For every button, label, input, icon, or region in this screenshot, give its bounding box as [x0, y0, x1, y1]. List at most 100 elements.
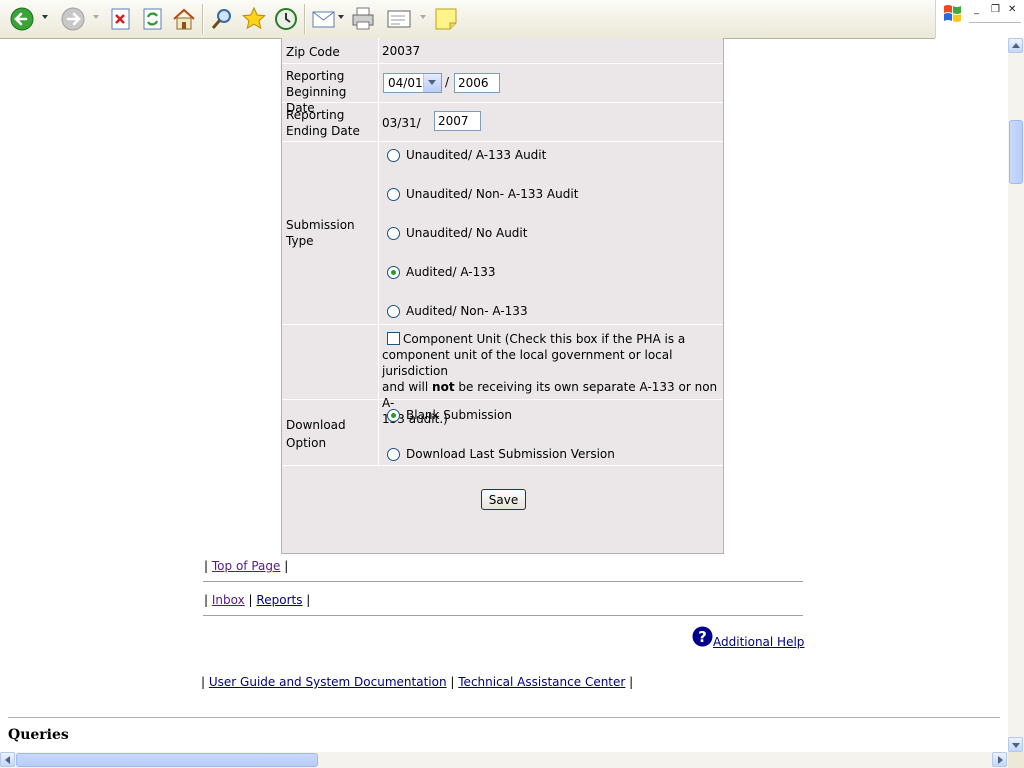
print-icon[interactable] — [349, 5, 377, 33]
help-icon[interactable]: ? — [692, 626, 713, 647]
window-controls: _ ❐ ✕ — [935, 0, 1024, 38]
column-divider — [378, 64, 379, 102]
browser-toolbar — [0, 0, 935, 39]
forward-icon[interactable] — [59, 5, 87, 33]
favorites-icon[interactable] — [240, 5, 268, 33]
minimize-button[interactable]: _ — [974, 4, 979, 15]
top-of-page-link[interactable]: Top of Page — [212, 559, 281, 573]
column-divider — [378, 38, 379, 63]
restore-button[interactable]: ❐ — [991, 4, 1000, 15]
horizontal-scroll-thumb[interactable] — [16, 753, 318, 767]
home-icon[interactable] — [170, 5, 198, 33]
pipe-separator: | — [204, 593, 209, 607]
edit-icon[interactable] — [385, 5, 413, 33]
user-guide-link[interactable]: User Guide and System Documentation — [209, 675, 447, 689]
scroll-up-button[interactable] — [1008, 38, 1023, 53]
component-unit-row: Component Unit (Check this box if the PH… — [282, 325, 723, 426]
forward-dropdown-icon[interactable] — [93, 15, 99, 19]
svg-text:?: ? — [698, 628, 707, 646]
top-of-page-nav: | Top of Page | — [204, 559, 288, 573]
reporting-beginning-label-line1: Reporting — [286, 69, 345, 83]
scrollbar-corner — [1008, 752, 1024, 768]
submission-radio-unaudited-non-a133[interactable] — [387, 188, 400, 201]
stop-icon[interactable] — [107, 5, 135, 33]
submission-type-label-line2: Type — [286, 234, 314, 248]
download-radio-blank[interactable] — [387, 409, 400, 422]
submission-radio-audited-a133[interactable] — [387, 266, 400, 279]
column-divider — [378, 142, 379, 324]
download-option-label-line2: Option — [286, 436, 327, 450]
back-icon[interactable] — [8, 5, 36, 33]
toolbar-separator — [202, 4, 204, 34]
pipe-separator: | — [629, 675, 634, 689]
pipe-separator: | — [201, 675, 206, 689]
component-unit-line2: component unit of the local government o… — [382, 348, 673, 378]
reporting-ending-row: Reporting Ending Date 03/31/ 2007 — [282, 103, 723, 142]
pipe-separator: | — [450, 675, 455, 689]
vertical-scrollbar[interactable] — [1008, 38, 1024, 752]
additional-help-link[interactable]: Additional Help — [713, 635, 804, 649]
zip-code-label: Zip Code — [286, 45, 340, 59]
technical-assistance-link[interactable]: Technical Assistance Center — [458, 675, 625, 689]
download-option-label: Download Option — [286, 416, 378, 452]
history-icon[interactable] — [272, 5, 300, 33]
reports-link[interactable]: Reports — [256, 593, 302, 607]
horizontal-scrollbar[interactable] — [0, 752, 1008, 768]
reporting-ending-label: Reporting Ending Date — [286, 107, 378, 139]
refresh-icon[interactable] — [139, 5, 167, 33]
begin-month-value: 04/01 — [388, 76, 423, 90]
note-icon[interactable] — [432, 5, 460, 33]
save-button[interactable]: Save — [481, 489, 526, 510]
begin-month-select[interactable]: 04/01 — [383, 73, 442, 93]
vertical-scroll-thumb[interactable] — [1009, 120, 1023, 184]
component-unit-not: not — [432, 380, 455, 394]
download-option-row: Download Option Blank Submission Downloa… — [282, 400, 723, 466]
chevron-down-icon[interactable] — [423, 74, 441, 92]
submission-option-label: Audited/ Non- A-133 — [406, 304, 528, 318]
submission-option-label: Unaudited/ A-133 Audit — [406, 148, 547, 162]
begin-year-input[interactable]: 2006 — [454, 73, 500, 93]
submission-option-label: Unaudited/ Non- A-133 Audit — [406, 187, 579, 201]
mail-icon[interactable] — [310, 5, 338, 33]
close-window-button[interactable]: ✕ — [1008, 4, 1016, 15]
submission-option-label: Audited/ A-133 — [406, 265, 496, 279]
submission-type-row: Submission Type Unaudited/ A-133 Audit U… — [282, 142, 723, 325]
submission-radio-unaudited-a133[interactable] — [387, 149, 400, 162]
documentation-nav: | User Guide and System Documentation | … — [201, 675, 633, 689]
end-month-value: 03/31/ — [382, 116, 421, 130]
toolbar-separator — [304, 4, 306, 34]
divider — [8, 717, 1000, 718]
zip-code-row: Zip Code 20037 — [282, 38, 723, 64]
submission-type-label-line1: Submission — [286, 218, 355, 232]
zip-code-value: 20037 — [382, 44, 421, 58]
scroll-right-button[interactable] — [992, 752, 1007, 767]
submission-option-label: Unaudited/ No Audit — [406, 226, 528, 240]
submission-radio-audited-non-a133[interactable] — [387, 305, 400, 318]
scroll-left-button[interactable] — [0, 752, 15, 767]
download-radio-last-version[interactable] — [387, 448, 400, 461]
scroll-down-button[interactable] — [1008, 737, 1023, 752]
download-option-label-line1: Download — [286, 418, 346, 432]
pipe-separator: | — [204, 559, 209, 573]
reporting-beginning-row: Reporting Beginning Date 04/01 / 2006 — [282, 64, 723, 115]
download-option-label: Download Last Submission Version — [406, 447, 615, 461]
submission-radio-unaudited-no-audit[interactable] — [387, 227, 400, 240]
window-divider — [969, 22, 1021, 23]
search-icon[interactable] — [208, 5, 236, 33]
pipe-separator: | — [306, 593, 311, 607]
mail-dropdown-icon[interactable] — [338, 15, 344, 19]
submission-type-label: Submission Type — [286, 217, 378, 249]
date-slash: / — [445, 75, 450, 89]
column-divider — [378, 103, 379, 141]
reporting-ending-label-line1: Reporting — [286, 108, 345, 122]
divider — [203, 615, 803, 616]
inbox-link[interactable]: Inbox — [212, 593, 245, 607]
end-year-input[interactable]: 2007 — [434, 111, 481, 131]
edit-dropdown-icon[interactable] — [420, 15, 426, 19]
column-divider — [378, 325, 379, 399]
component-unit-line1: Component Unit (Check this box if the PH… — [403, 332, 686, 346]
component-unit-line3-a: and will — [382, 380, 433, 394]
pipe-separator: | — [284, 559, 289, 573]
divider — [203, 581, 803, 582]
back-dropdown-icon[interactable] — [42, 15, 48, 19]
